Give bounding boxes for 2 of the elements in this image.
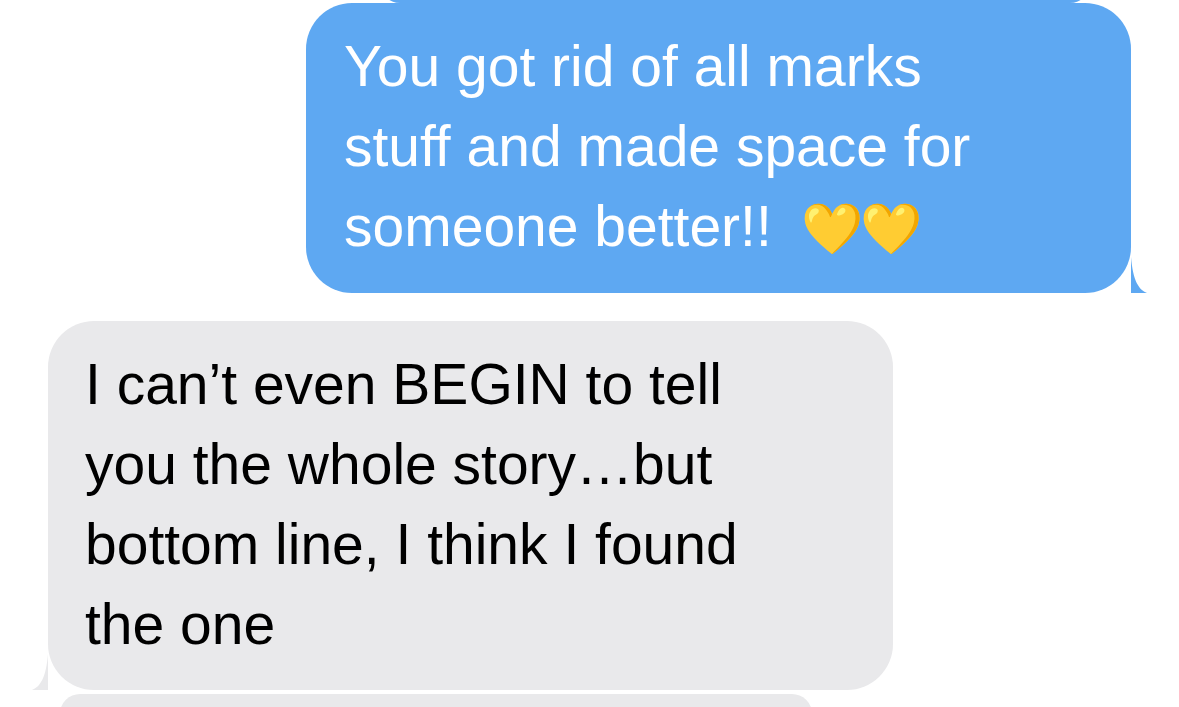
- message-text: You got rid of all marks stuff and made space for someone better!! 💛💛: [344, 34, 971, 258]
- message-text: I can’t even BEGIN to tell you the whole story…but bottom line, I think I found the one: [85, 352, 738, 656]
